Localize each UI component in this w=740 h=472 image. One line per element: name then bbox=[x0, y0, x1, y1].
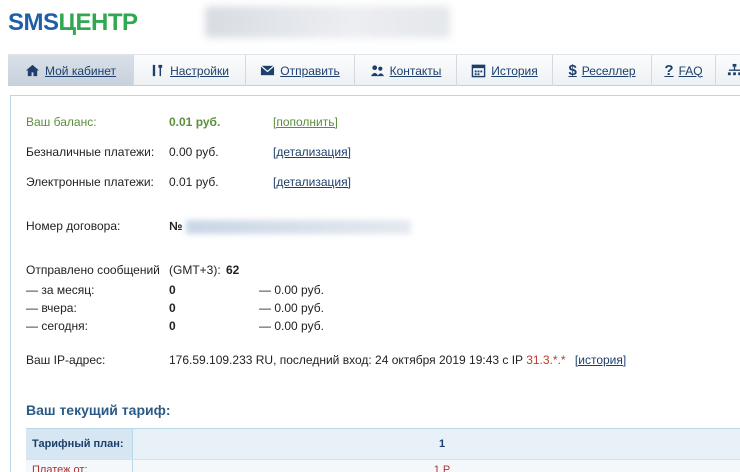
cashless-details-link[interactable]: [детализация] bbox=[273, 145, 351, 159]
tools-icon bbox=[152, 64, 163, 77]
nav-settings[interactable]: Настройки bbox=[134, 55, 246, 86]
logo-centr: ЦЕНТР bbox=[58, 9, 139, 36]
top-up-link[interactable]: [пополнить] bbox=[273, 115, 338, 129]
plan-label: Тарифный план: bbox=[26, 429, 133, 459]
table-row: Тарифный план: 1 bbox=[26, 429, 740, 459]
envelope-icon bbox=[260, 65, 275, 76]
row2-value: 1 Р bbox=[133, 460, 740, 472]
calendar-icon bbox=[471, 64, 486, 78]
nav-my-account-label: Мой кабинет bbox=[44, 63, 116, 78]
nav-my-account[interactable]: Мой кабинет bbox=[8, 55, 134, 86]
sent-today-sum: — 0.00 руб. bbox=[259, 319, 324, 333]
dollar-icon: $ bbox=[568, 62, 577, 79]
nav-faq[interactable]: ? FAQ bbox=[652, 55, 716, 86]
users-icon bbox=[370, 65, 384, 77]
sent-timezone: (GMT+3): bbox=[169, 263, 221, 277]
nav-settings-label: Настройки bbox=[170, 63, 229, 78]
contract-label: Номер договора: bbox=[26, 219, 121, 233]
sent-yesterday-sum: — 0.00 руб. bbox=[259, 301, 324, 315]
sent-total: 62 bbox=[226, 263, 240, 277]
logo[interactable]: SMSЦЕНТР bbox=[8, 9, 138, 37]
last-ip: 31.3.*.* bbox=[526, 353, 566, 367]
home-icon bbox=[25, 64, 40, 77]
question-icon: ? bbox=[664, 62, 674, 79]
sent-month-sum: — 0.00 руб. bbox=[259, 283, 324, 297]
ip-history-link[interactable]: [история] bbox=[575, 353, 626, 367]
electronic-label: Электронные платежи: bbox=[26, 175, 154, 189]
balance-label: Ваш баланс: bbox=[26, 115, 97, 129]
sent-yesterday-label: — вчера: bbox=[26, 301, 77, 315]
ip-text: 176.59.109.233 RU, последний вход: 24 ок… bbox=[169, 353, 523, 367]
tariff-table: Тарифный план: 1 Платеж от: 1 Р bbox=[26, 428, 740, 472]
nav-sitemap[interactable] bbox=[716, 55, 740, 86]
blurred-user-name bbox=[205, 6, 450, 38]
sent-today-label: — сегодня: bbox=[26, 319, 88, 333]
table-row: Платеж от: 1 Р bbox=[26, 459, 740, 472]
electronic-value: 0.01 руб. bbox=[169, 175, 219, 189]
nav-send[interactable]: Отправить bbox=[246, 55, 355, 86]
contract-prefix: № bbox=[169, 219, 183, 233]
nav-reseller-label: Реселлер bbox=[581, 63, 636, 78]
nav-faq-label: FAQ bbox=[678, 63, 703, 78]
nav-history-label: История bbox=[491, 63, 538, 78]
nav-contacts[interactable]: Контакты bbox=[355, 55, 457, 86]
blurred-contract-number bbox=[186, 220, 411, 234]
balance-value: 0.01 руб. bbox=[169, 115, 221, 129]
ip-label: Ваш IP-адрес: bbox=[26, 353, 106, 367]
nav-history[interactable]: История bbox=[457, 55, 553, 86]
row2-label: Платеж от: bbox=[26, 460, 133, 472]
cashless-value: 0.00 руб. bbox=[169, 145, 219, 159]
nav-contacts-label: Контакты bbox=[389, 63, 442, 78]
main-nav: Мой кабинет Настройки Отправить Контакты… bbox=[8, 54, 740, 86]
logo-sms: SMS bbox=[8, 9, 59, 36]
electronic-details-link[interactable]: [детализация] bbox=[273, 175, 351, 189]
nav-send-label: Отправить bbox=[280, 63, 340, 78]
plan-value: 1 bbox=[133, 429, 740, 459]
sent-month-count: 0 bbox=[169, 283, 176, 297]
sent-label: Отправлено сообщений bbox=[26, 263, 160, 277]
sent-yesterday-count: 0 bbox=[169, 301, 176, 315]
sitemap-icon bbox=[727, 63, 740, 76]
sent-month-label: — за месяц: bbox=[26, 283, 95, 297]
ip-info: 176.59.109.233 RU, последний вход: 24 ок… bbox=[169, 353, 626, 367]
sent-today-count: 0 bbox=[169, 319, 176, 333]
tariff-title: Ваш текущий тариф: bbox=[26, 402, 171, 418]
nav-reseller[interactable]: $ Реселлер bbox=[553, 55, 652, 86]
cashless-label: Безналичные платежи: bbox=[26, 145, 155, 159]
account-panel: Ваш баланс: 0.01 руб. [пополнить] Безнал… bbox=[10, 95, 740, 472]
